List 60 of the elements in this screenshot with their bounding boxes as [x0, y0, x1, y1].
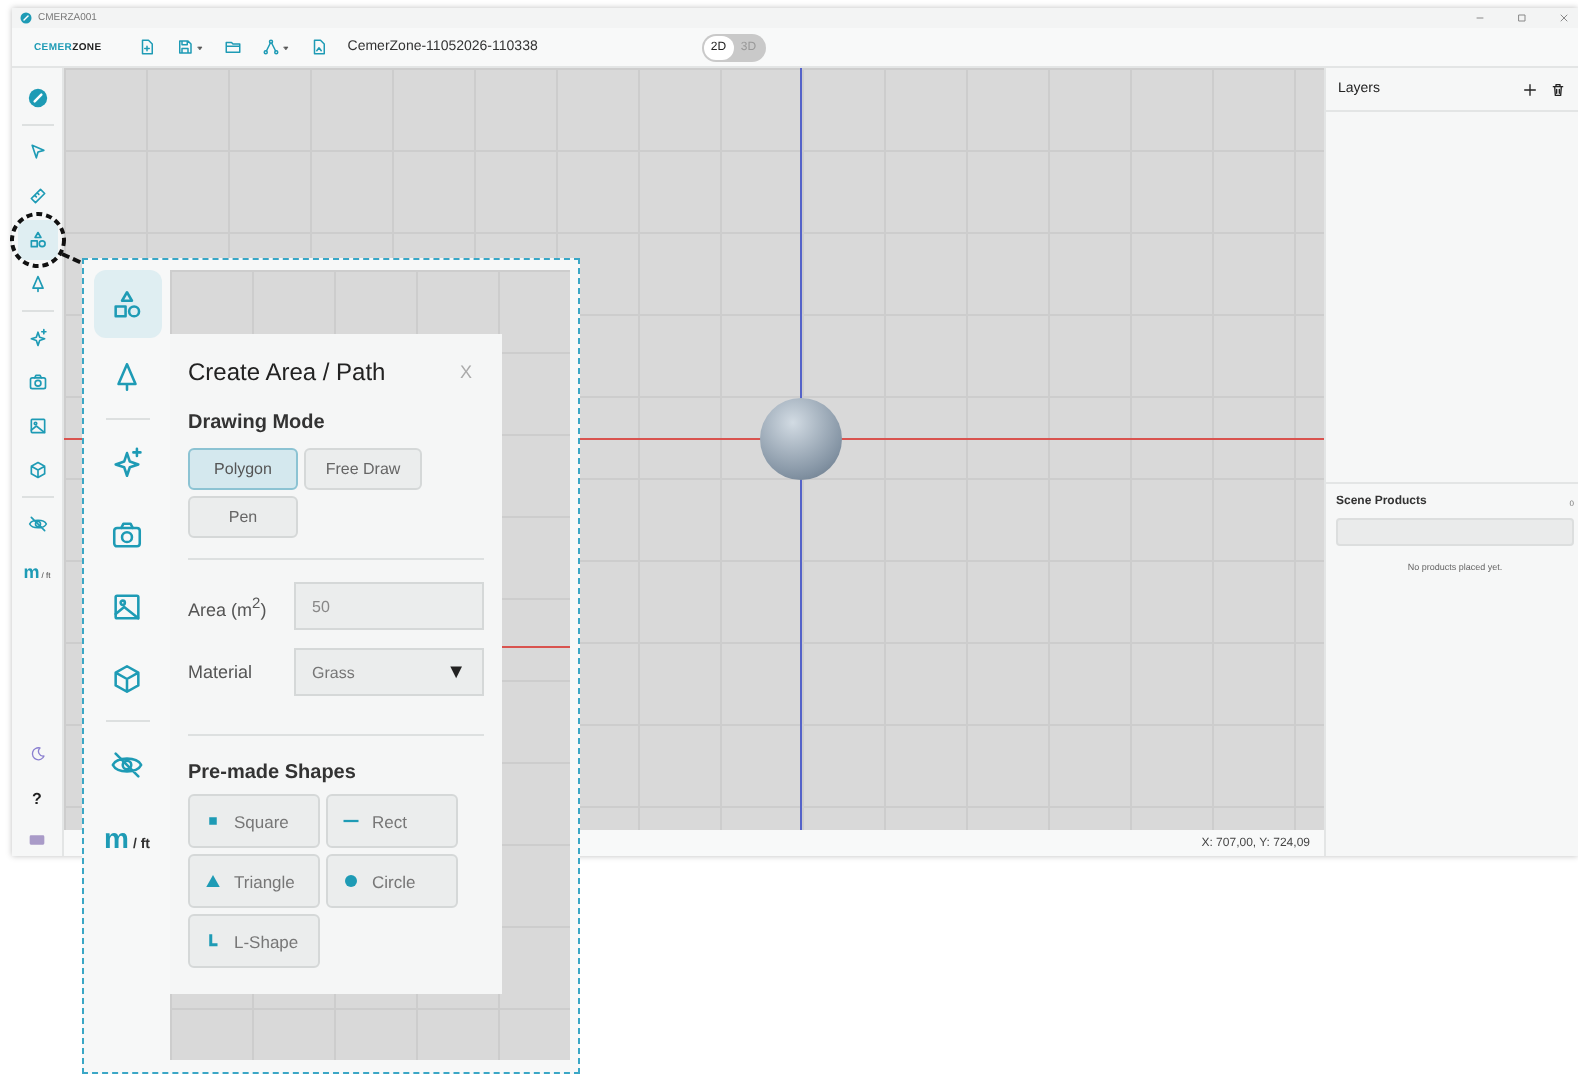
image-icon	[110, 589, 144, 623]
shapes-icon	[110, 287, 144, 321]
sparkles-icon	[27, 328, 47, 348]
panel-title: Create Area / Path	[188, 358, 386, 386]
folder-icon	[223, 38, 242, 56]
camera-icon	[27, 372, 47, 392]
trash-icon[interactable]	[1550, 81, 1566, 97]
eye-off-icon	[27, 514, 47, 534]
shape-button[interactable]: Triangle	[188, 854, 320, 908]
x-axis-line	[502, 646, 570, 648]
camera-icon	[110, 517, 144, 551]
network-icon	[261, 38, 280, 56]
triangle-icon	[204, 872, 222, 890]
l-shape-icon	[204, 932, 222, 950]
material-dropdown[interactable]: Grass ▼	[294, 648, 484, 696]
area-input[interactable]: 50	[294, 582, 484, 630]
minimize-icon[interactable]	[1474, 12, 1486, 24]
shapes-icon	[27, 230, 47, 250]
plus-icon[interactable]	[1522, 81, 1538, 97]
image-icon	[27, 416, 47, 436]
tree-icon	[27, 274, 47, 294]
mode-button[interactable]: Pen	[188, 496, 298, 538]
sparkles-icon	[110, 445, 144, 479]
keyboard-icon[interactable]	[28, 832, 46, 848]
field-label: Material	[188, 662, 255, 682]
toolbar-button[interactable]	[309, 38, 328, 56]
toolbar-button[interactable]	[137, 38, 156, 56]
toolbar-button[interactable]	[261, 38, 290, 56]
tool-button[interactable]	[17, 220, 57, 260]
maximize-icon[interactable]	[1516, 12, 1528, 24]
close-icon[interactable]	[1558, 12, 1570, 24]
sphere	[760, 398, 842, 480]
search-field[interactable]	[1336, 518, 1574, 546]
caret-icon	[281, 43, 290, 51]
app-logo-icon	[27, 88, 47, 108]
toolbar-button[interactable]	[175, 38, 204, 56]
highlight-circle	[10, 212, 66, 268]
ruler-icon	[27, 186, 47, 206]
shape-button[interactable]: Circle	[326, 854, 458, 908]
field-label: Area (m$^{2}$)	[188, 593, 269, 619]
help-button[interactable]: ?	[32, 790, 42, 808]
export-icon	[309, 38, 328, 56]
caret-icon	[195, 43, 204, 51]
shape-button[interactable]: L-Shape	[188, 914, 320, 968]
toolbar-button[interactable]	[223, 38, 242, 56]
mode-button[interactable]: Polygon	[188, 448, 298, 490]
eye-off-icon	[110, 747, 144, 781]
cube-icon	[110, 661, 144, 695]
section-heading: Pre-made Shapes	[188, 762, 358, 784]
square-icon	[204, 812, 222, 830]
moon-icon[interactable]	[29, 746, 45, 762]
save-icon	[175, 38, 194, 56]
circle-icon	[342, 872, 360, 890]
shape-button[interactable]: Rect	[326, 794, 458, 848]
section-heading: Drawing Mode	[188, 412, 327, 434]
cube-icon	[27, 460, 47, 480]
new-file-icon	[137, 38, 156, 56]
pointer-icon	[27, 142, 47, 162]
mode-button[interactable]: Free Draw	[304, 448, 422, 490]
shape-button[interactable]: Square	[188, 794, 320, 848]
